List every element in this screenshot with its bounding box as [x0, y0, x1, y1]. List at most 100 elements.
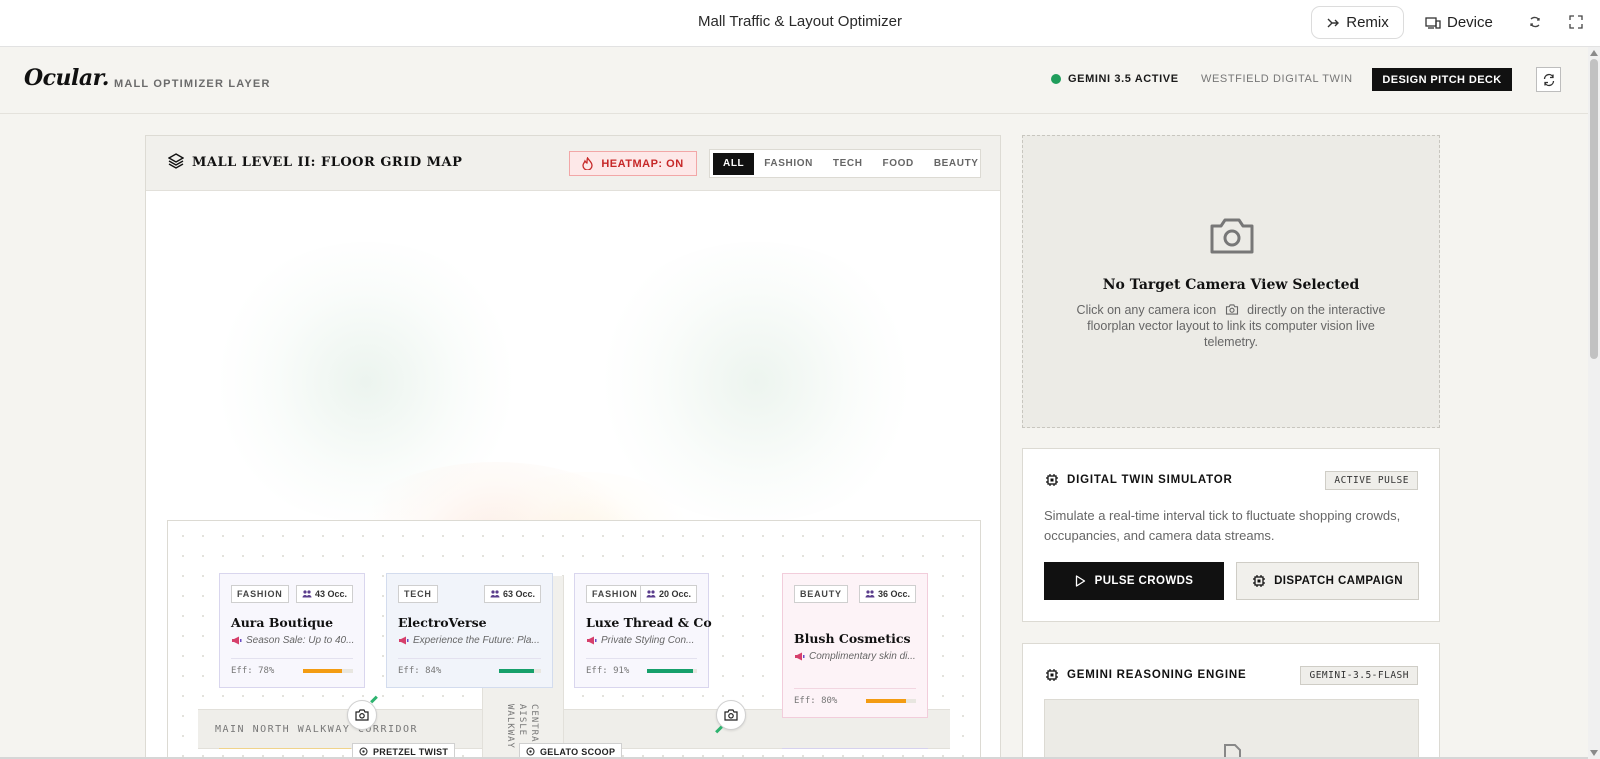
- people-icon: [302, 590, 312, 598]
- dispatch-campaign-button[interactable]: DISPATCH CAMPAIGN: [1236, 562, 1419, 600]
- camera-icon: [1210, 218, 1254, 254]
- megaphone-icon: [795, 652, 805, 661]
- efficiency-bar: [303, 669, 353, 673]
- browser-topbar: Mall Traffic & Layout Optimizer Remix De…: [0, 0, 1600, 47]
- device-label: Device: [1447, 14, 1493, 31]
- store-efficiency: Eff: 80%: [794, 696, 838, 706]
- camera-view-panel: No Target Camera View Selected Click on …: [1022, 135, 1440, 428]
- occupancy-badge: 36 Occ.: [858, 585, 916, 603]
- store-promo: Complimentary skin di...: [794, 651, 916, 662]
- simulator-title: DIGITAL TWIN SIMULATOR: [1067, 474, 1233, 486]
- store-efficiency: Eff: 91%: [586, 666, 630, 676]
- gemini-status-label: GEMINI 3.5 ACTIVE: [1068, 73, 1179, 85]
- page-scrollbar[interactable]: [1588, 47, 1600, 759]
- store-card-electroverse[interactable]: TECH 63 Occ. ElectroVerse Experience the…: [386, 573, 553, 688]
- floor-grid-panel: MALL LEVEL II: FLOOR GRID MAP HEATMAP: O…: [145, 135, 1001, 759]
- filter-all[interactable]: ALL: [713, 152, 755, 175]
- cpu-icon: [1253, 575, 1266, 587]
- camera-icon: [724, 709, 738, 721]
- flame-icon: [582, 157, 593, 170]
- efficiency-bar: [499, 669, 541, 673]
- camera-button-north-west[interactable]: [347, 695, 378, 730]
- twin-label: WESTFIELD DIGITAL TWIN: [1201, 73, 1353, 85]
- camera-panel-title: No Target Camera View Selected: [1102, 277, 1360, 293]
- occupancy-badge: 43 Occ.: [295, 585, 353, 603]
- pulse-crowds-button[interactable]: PULSE CROWDS: [1044, 562, 1224, 600]
- megaphone-icon: [399, 636, 409, 645]
- store-name: Aura Boutique: [231, 615, 334, 630]
- filter-fashion[interactable]: FASHION: [754, 153, 823, 175]
- store-category: TECH: [398, 585, 438, 603]
- design-pitch-deck-button[interactable]: DESIGN PITCH DECK: [1372, 68, 1512, 91]
- play-icon: [1075, 575, 1085, 587]
- corridor-label: MAIN NORTH WALKWAY CORRIDOR: [215, 724, 419, 735]
- store-card-blush-cosmetics[interactable]: BEAUTY 36 Occ. Blush Cosmetics Complimen…: [782, 573, 928, 718]
- occupancy-badge: 20 Occ.: [639, 585, 697, 603]
- target-icon: [359, 747, 368, 756]
- layers-icon: [168, 153, 184, 169]
- target-icon: [526, 747, 535, 756]
- simulator-description: Simulate a real-time interval tick to fl…: [1044, 508, 1401, 543]
- store-promo: Private Styling Con...: [586, 635, 694, 646]
- heatmap-overlay: [146, 192, 1000, 522]
- reasoning-title: GEMINI REASONING ENGINE: [1067, 669, 1247, 681]
- store-card-luxe-thread[interactable]: FASHION 20 Occ. Luxe Thread & Co Private…: [574, 573, 712, 688]
- megaphone-icon: [587, 636, 597, 645]
- filter-beauty[interactable]: BEAUTY: [924, 153, 989, 175]
- active-pulse-badge: ACTIVE PULSE: [1325, 471, 1418, 490]
- store-efficiency: Eff: 78%: [231, 666, 275, 676]
- sublogo: MALL OPTIMIZER LAYER: [114, 78, 271, 90]
- floor-grid-map: MAIN NORTH WALKWAY CORRIDOR CENTRAL AISL…: [167, 520, 981, 758]
- filter-food[interactable]: FOOD: [873, 153, 924, 175]
- people-icon: [646, 590, 656, 598]
- fullscreen-icon[interactable]: [1567, 13, 1585, 31]
- device-button[interactable]: Device: [1425, 6, 1493, 39]
- store-promo: Season Sale: Up to 40...: [231, 635, 354, 646]
- people-icon: [490, 590, 500, 598]
- store-name: Blush Cosmetics: [794, 631, 911, 646]
- reasoning-output: [1044, 699, 1419, 759]
- store-promo: Experience the Future: Pla...: [398, 635, 540, 646]
- camera-panel-description: Click on any camera icon directly on the…: [1076, 303, 1386, 349]
- store-category: FASHION: [586, 585, 644, 603]
- heatmap-label: HEATMAP: ON: [601, 157, 684, 170]
- camera-icon: [355, 709, 369, 721]
- scroll-up-icon[interactable]: [1590, 50, 1598, 56]
- scroll-thumb[interactable]: [1590, 59, 1598, 359]
- heatmap-toggle[interactable]: HEATMAP: ON: [569, 151, 697, 176]
- model-badge: GEMINI-3.5-FLASH: [1300, 666, 1418, 685]
- rotate-icon[interactable]: [1526, 13, 1544, 31]
- category-filters: ALL FASHION TECH FOOD BEAUTY: [709, 149, 981, 178]
- store-efficiency: Eff: 84%: [398, 666, 442, 676]
- refresh-icon: [1543, 73, 1554, 86]
- people-icon: [865, 590, 875, 598]
- app-header: Ocular. MALL OPTIMIZER LAYER GEMINI 3.5 …: [0, 47, 1600, 114]
- cpu-icon: [1046, 474, 1058, 486]
- scroll-down-icon[interactable]: [1590, 750, 1598, 756]
- logo: Ocular.: [24, 65, 109, 91]
- occupancy-badge: 63 Occ.: [483, 585, 541, 603]
- device-icon: [1425, 16, 1441, 29]
- megaphone-icon: [232, 636, 242, 645]
- filter-tech[interactable]: TECH: [823, 153, 873, 175]
- store-category: BEAUTY: [794, 585, 848, 603]
- store-name: Luxe Thread & Co: [586, 615, 712, 630]
- floor-title: MALL LEVEL II: FLOOR GRID MAP: [192, 155, 463, 170]
- efficiency-bar: [647, 669, 697, 673]
- remix-label: Remix: [1346, 14, 1389, 31]
- camera-icon: [1225, 304, 1238, 315]
- gemini-status: GEMINI 3.5 ACTIVE: [1051, 73, 1179, 85]
- digital-twin-simulator-panel: DIGITAL TWIN SIMULATOR ACTIVE PULSE Simu…: [1022, 448, 1440, 622]
- store-card-aura-boutique[interactable]: FASHION 43 Occ. Aura Boutique Season Sal…: [219, 573, 365, 688]
- floor-panel-header: MALL LEVEL II: FLOOR GRID MAP HEATMAP: O…: [146, 136, 1000, 191]
- efficiency-bar: [866, 699, 916, 703]
- status-dot-icon: [1051, 74, 1061, 84]
- store-category: FASHION: [231, 585, 289, 603]
- camera-button-north-east[interactable]: [715, 700, 746, 734]
- remix-button[interactable]: Remix: [1311, 6, 1404, 39]
- cpu-icon: [1046, 669, 1058, 681]
- remix-icon: [1327, 18, 1340, 27]
- store-name: ElectroVerse: [398, 615, 487, 630]
- refresh-button[interactable]: [1536, 67, 1561, 92]
- gemini-reasoning-panel: GEMINI REASONING ENGINE GEMINI-3.5-FLASH: [1022, 643, 1440, 759]
